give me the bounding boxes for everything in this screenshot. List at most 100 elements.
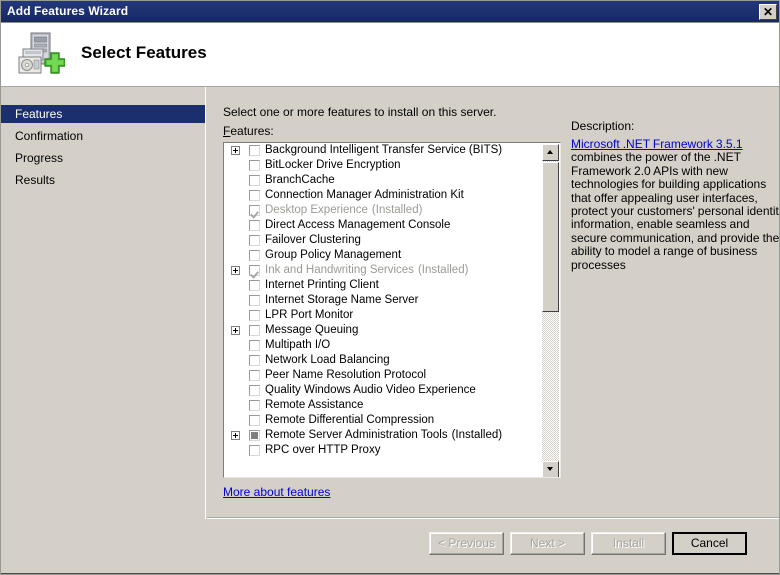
feature-checkbox[interactable]: [249, 400, 260, 411]
features-list-scrollbar[interactable]: [542, 144, 559, 477]
wizard-sidebar: Features Confirmation Progress Results: [1, 87, 206, 568]
add-features-wizard-window: Add Features Wizard ✕ Select Features Fe…: [0, 0, 780, 575]
feature-label: Internet Storage Name Server: [265, 294, 419, 306]
feature-row[interactable]: BitLocker Drive Encryption: [224, 158, 543, 173]
feature-checkbox[interactable]: [249, 355, 260, 366]
sidebar-item-progress[interactable]: Progress: [1, 149, 205, 167]
feature-row[interactable]: Connection Manager Administration Kit: [224, 188, 543, 203]
scroll-up-button[interactable]: [542, 144, 559, 161]
sidebar-item-confirmation[interactable]: Confirmation: [1, 127, 205, 145]
feature-checkbox[interactable]: [249, 445, 260, 456]
chevron-down-icon: [547, 467, 553, 471]
description-title: Description:: [571, 119, 635, 133]
feature-checkbox[interactable]: [249, 385, 260, 396]
feature-label: Connection Manager Administration Kit: [265, 189, 464, 201]
feature-row[interactable]: Failover Clustering: [224, 233, 543, 248]
feature-row[interactable]: Remote Server Administration Tools (Insta…: [224, 428, 543, 443]
previous-button[interactable]: < Previous: [429, 532, 504, 555]
feature-label: Group Policy Management: [265, 249, 402, 261]
feature-label: Quality Windows Audio Video Experience: [265, 384, 476, 396]
close-icon: ✕: [762, 5, 774, 19]
feature-row[interactable]: Background Intelligent Transfer Service …: [224, 143, 543, 158]
expand-icon[interactable]: [231, 326, 240, 335]
feature-checkbox[interactable]: [249, 370, 260, 381]
feature-checkbox[interactable]: [249, 325, 260, 336]
feature-checkbox[interactable]: [249, 430, 260, 441]
feature-checkbox[interactable]: [249, 415, 260, 426]
feature-label: BitLocker Drive Encryption: [265, 159, 401, 171]
expand-icon[interactable]: [231, 146, 240, 155]
description-body-text: combines the power of the .NET Framework…: [571, 150, 780, 272]
feature-row[interactable]: Message Queuing: [224, 323, 543, 338]
feature-row[interactable]: Network Load Balancing: [224, 353, 543, 368]
feature-row[interactable]: Internet Printing Client: [224, 278, 543, 293]
feature-label: Peer Name Resolution Protocol: [265, 369, 427, 381]
feature-row[interactable]: RPC over HTTP Proxy: [224, 443, 543, 458]
feature-label: Message Queuing: [265, 324, 359, 336]
feature-checkbox[interactable]: [249, 250, 260, 261]
feature-checkbox[interactable]: [249, 145, 260, 156]
expand-icon[interactable]: [231, 266, 240, 275]
instruction-text: Select one or more features to install o…: [223, 105, 497, 119]
feature-label: Multipath I/O: [265, 339, 331, 351]
close-button[interactable]: ✕: [759, 4, 777, 20]
feature-label: Ink and Handwriting Services (Installed): [265, 264, 469, 276]
scrollbar-thumb[interactable]: [542, 162, 559, 312]
features-listbox[interactable]: Background Intelligent Transfer Service …: [223, 142, 561, 478]
install-button[interactable]: Install: [591, 532, 666, 555]
features-label-rest: eatures:: [230, 124, 274, 138]
feature-label: Remote Server Administration Tools (Insta…: [265, 429, 503, 441]
feature-row[interactable]: Internet Storage Name Server: [224, 293, 543, 308]
feature-row[interactable]: Remote Differential Compression: [224, 413, 543, 428]
feature-row[interactable]: Ink and Handwriting Services (Installed): [224, 263, 543, 278]
next-button[interactable]: Next >: [510, 532, 585, 555]
title-bar: Add Features Wizard ✕: [1, 1, 779, 23]
feature-label: Direct Access Management Console: [265, 219, 451, 231]
feature-row[interactable]: Group Policy Management: [224, 248, 543, 263]
feature-checkbox[interactable]: [249, 160, 260, 171]
server-add-icon: [13, 31, 66, 79]
description-body: Microsoft .NET Framework 3.5.1 combines …: [571, 138, 780, 272]
wizard-header: Select Features: [1, 23, 779, 87]
scroll-down-button[interactable]: [542, 461, 559, 477]
feature-checkbox[interactable]: [249, 220, 260, 231]
cancel-button[interactable]: Cancel: [672, 532, 747, 555]
feature-checkbox[interactable]: [249, 265, 260, 276]
features-list-label: Features:: [223, 124, 274, 138]
feature-label: Background Intelligent Transfer Service …: [265, 144, 503, 156]
feature-checkbox[interactable]: [249, 295, 260, 306]
wizard-footer: < Previous Next > Install Cancel: [1, 519, 779, 574]
feature-row[interactable]: BranchCache: [224, 173, 543, 188]
chevron-up-icon: [547, 150, 553, 154]
feature-checkbox[interactable]: [249, 280, 260, 291]
feature-label: Network Load Balancing: [265, 354, 390, 366]
description-panel: Description: Microsoft .NET Framework 3.…: [561, 109, 780, 509]
feature-row[interactable]: LPR Port Monitor: [224, 308, 543, 323]
features-list-inner: Background Intelligent Transfer Service …: [224, 143, 543, 477]
feature-row[interactable]: Quality Windows Audio Video Experience: [224, 383, 543, 398]
sidebar-item-features[interactable]: Features: [1, 105, 205, 123]
feature-checkbox[interactable]: [249, 175, 260, 186]
feature-label: LPR Port Monitor: [265, 309, 354, 321]
feature-checkbox[interactable]: [249, 235, 260, 246]
feature-row[interactable]: Direct Access Management Console: [224, 218, 543, 233]
feature-checkbox[interactable]: [249, 205, 260, 216]
feature-installed-badge: (Installed): [371, 204, 423, 216]
wizard-content: Select one or more features to install o…: [207, 87, 780, 517]
feature-label: BranchCache: [265, 174, 335, 186]
feature-row[interactable]: Remote Assistance: [224, 398, 543, 413]
feature-checkbox[interactable]: [249, 310, 260, 321]
feature-installed-badge: (Installed): [451, 429, 503, 441]
more-about-features-link[interactable]: More about features: [223, 485, 330, 499]
feature-checkbox[interactable]: [249, 190, 260, 201]
expand-icon[interactable]: [231, 431, 240, 440]
feature-row[interactable]: Desktop Experience (Installed): [224, 203, 543, 218]
page-title: Select Features: [81, 43, 207, 62]
feature-row[interactable]: Multipath I/O: [224, 338, 543, 353]
feature-label: Desktop Experience (Installed): [265, 204, 423, 216]
sidebar-item-results[interactable]: Results: [1, 171, 205, 189]
feature-checkbox[interactable]: [249, 340, 260, 351]
description-feature-link[interactable]: Microsoft .NET Framework 3.5.1: [571, 138, 743, 151]
feature-row[interactable]: Peer Name Resolution Protocol: [224, 368, 543, 383]
feature-installed-badge: (Installed): [417, 264, 469, 276]
